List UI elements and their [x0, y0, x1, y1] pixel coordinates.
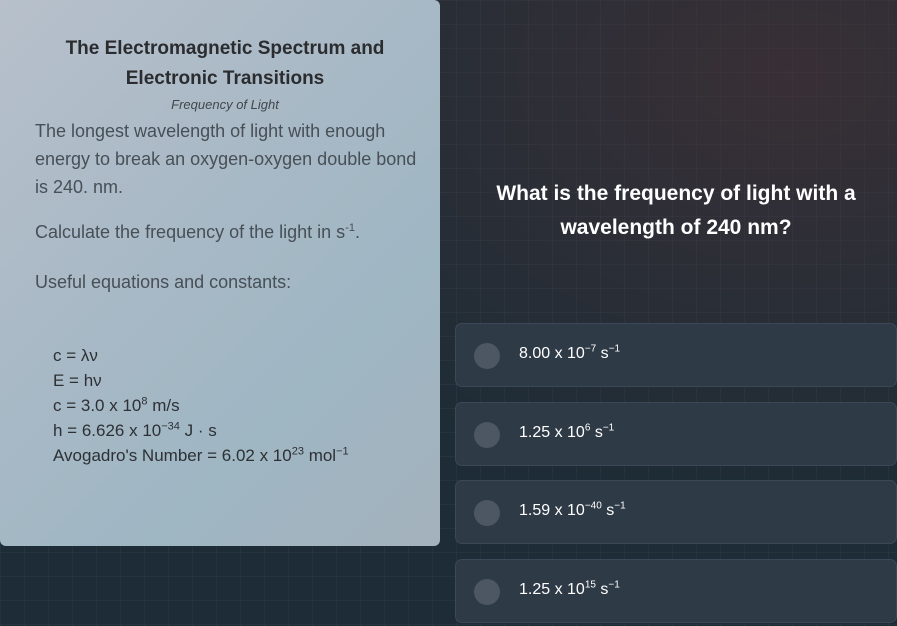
- card-title-line2: Electronic Transitions: [125, 68, 325, 89]
- equation-1: c = λν: [53, 346, 98, 365]
- equation-5: Avogadro's Number = 6.02 x 1023 mol−1: [53, 443, 349, 468]
- option-unit-exponent: −1: [614, 500, 626, 512]
- equation-5-unit-exp: −1: [336, 445, 349, 458]
- answer-option-2[interactable]: 1.25 x 106 s−1: [455, 402, 897, 466]
- option-mantissa: 1.25 x 10: [519, 424, 585, 441]
- option-unit: s: [596, 345, 609, 362]
- option-mantissa: 8.00 x 10: [519, 345, 585, 362]
- equation-4-exp: −34: [161, 420, 180, 433]
- prompt-exponent: -1: [345, 222, 355, 234]
- answer-option-label: 1.59 x 10−40 s−1: [519, 500, 626, 520]
- equation-4: h = 6.626 x 10−34 J · s: [53, 418, 349, 443]
- answer-option-1[interactable]: 8.00 x 10−7 s−1: [455, 323, 897, 387]
- equation-5-exp: 23: [291, 445, 304, 458]
- option-unit-exponent: −1: [608, 579, 620, 591]
- answer-option-3[interactable]: 1.59 x 10−40 s−1: [455, 480, 897, 544]
- answer-option-label: 1.25 x 106 s−1: [519, 422, 615, 442]
- radio-button[interactable]: [474, 343, 500, 369]
- prompt-end: .: [354, 222, 360, 242]
- problem-card: The Electromagnetic Spectrum and Electro…: [0, 0, 440, 546]
- option-mantissa: 1.59 x 10: [519, 502, 585, 519]
- useful-label: Useful equations and constants:: [35, 272, 292, 292]
- answer-option-label: 1.25 x 1015 s−1: [519, 579, 620, 599]
- problem-text: The longest wavelength of light with eno…: [35, 121, 417, 197]
- option-unit: s: [601, 502, 615, 519]
- radio-button[interactable]: [474, 500, 500, 526]
- card-title-line1: The Electromagnetic Spectrum and: [65, 38, 385, 59]
- equation-3-unit: m/s: [147, 396, 180, 415]
- answer-option-label: 8.00 x 10−7 s−1: [519, 343, 621, 363]
- answer-option-4[interactable]: 1.25 x 1015 s−1: [455, 559, 897, 623]
- option-exponent: 15: [584, 579, 596, 591]
- option-unit: s: [590, 424, 603, 441]
- card-subtitle: Frequency of Light: [171, 97, 279, 112]
- card-title: The Electromagnetic Spectrum and Electro…: [50, 34, 400, 94]
- equation-5-base: Avogadro's Number = 6.02 x 10: [53, 446, 292, 465]
- option-exponent: −40: [584, 500, 602, 512]
- option-unit: s: [595, 581, 609, 598]
- option-unit-exponent: −1: [608, 343, 621, 355]
- prompt-main: Calculate the frequency of the light in …: [35, 222, 346, 242]
- option-exponent: −7: [584, 343, 597, 355]
- equation-list: c = λν E = hν c = 3.0 x 108 m/s h = 6.62…: [53, 343, 349, 468]
- radio-button[interactable]: [474, 422, 500, 448]
- option-mantissa: 1.25 x 10: [519, 581, 585, 598]
- prompt-text: Calculate the frequency of the light in …: [35, 222, 360, 243]
- equation-4-base: h = 6.626 x 10: [53, 421, 162, 440]
- equation-4-unit: J · s: [179, 421, 217, 440]
- equation-5-unit: mol: [303, 446, 337, 465]
- option-unit-exponent: −1: [602, 422, 615, 434]
- equation-2: E = hν: [53, 371, 102, 390]
- equation-3: c = 3.0 x 108 m/s: [53, 393, 349, 418]
- equation-3-base: c = 3.0 x 10: [53, 396, 142, 415]
- question-text: What is the frequency of light with a wa…: [496, 182, 856, 239]
- radio-button[interactable]: [474, 579, 500, 605]
